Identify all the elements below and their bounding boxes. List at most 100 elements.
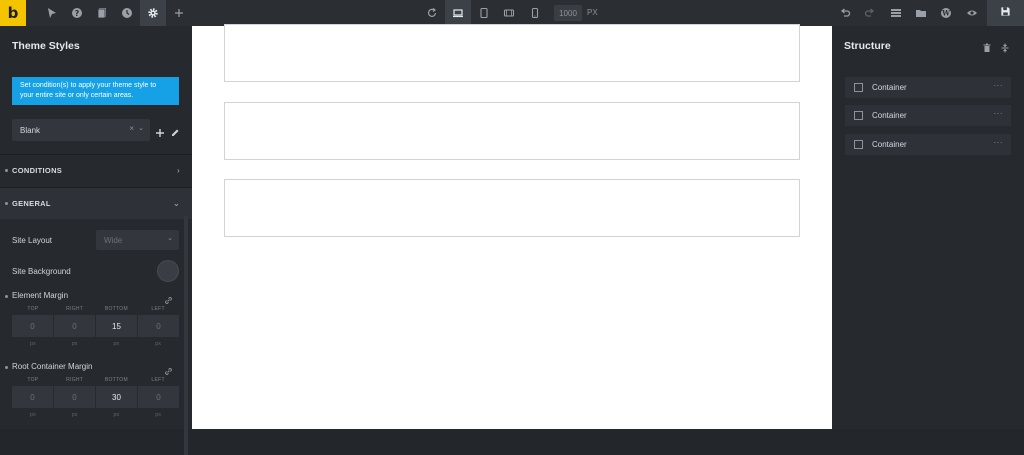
root-margin-bottom-input[interactable]: 30	[96, 386, 137, 408]
refresh-icon[interactable]	[419, 0, 445, 26]
structure-item-label: Container	[872, 111, 907, 120]
structure-item[interactable]: Container ···	[845, 134, 1011, 155]
element-margin-label: Element Margin	[12, 291, 69, 300]
help-icon[interactable]: ?	[64, 0, 90, 26]
svg-text:W: W	[941, 9, 950, 18]
theme-styles-panel: Theme Styles Set condition(s) to apply y…	[0, 26, 192, 455]
more-options-icon[interactable]: ···	[994, 138, 1004, 147]
structure-item[interactable]: Container ···	[845, 77, 1011, 98]
wordpress-icon[interactable]: W	[933, 0, 959, 26]
tablet-landscape-icon[interactable]	[496, 0, 522, 26]
element-margin-bullet	[5, 295, 8, 298]
section-label: CONDITIONS	[12, 166, 63, 175]
unit-label[interactable]: px	[96, 341, 138, 347]
container-box-icon	[854, 111, 863, 120]
canvas-container-3[interactable]	[224, 179, 800, 237]
section-bullet	[5, 202, 8, 205]
width-unit-label: PX	[587, 8, 598, 17]
structure-panel: Structure Container ··· Container ··· Co…	[832, 26, 1024, 429]
root-margin-left-input[interactable]: 0	[138, 386, 179, 408]
section-conditions[interactable]: CONDITIONS ›	[0, 154, 192, 186]
pages-icon[interactable]	[89, 0, 115, 26]
folder-icon[interactable]	[908, 0, 934, 26]
more-options-icon[interactable]: ···	[994, 109, 1004, 118]
unit-label[interactable]: px	[54, 341, 96, 347]
collapse-all-icon[interactable]	[1000, 40, 1010, 53]
brand-logo[interactable]: b	[0, 0, 26, 26]
side-label-bottom: BOTTOM	[104, 306, 128, 312]
panel-scrollbar[interactable]	[184, 216, 188, 455]
canvas-width-input[interactable]: 1000	[554, 5, 582, 21]
chevron-right-icon: ›	[177, 166, 180, 175]
root-margin-top-input[interactable]: 0	[12, 386, 53, 408]
side-label-left: LEFT	[151, 377, 165, 383]
element-margin-left-input[interactable]: 0	[138, 315, 179, 337]
trash-icon[interactable]	[982, 40, 992, 52]
element-margin-inputs: 0 0 15 0	[12, 315, 179, 337]
chevron-down-icon: ⌄	[172, 199, 180, 208]
svg-text:?: ?	[75, 9, 80, 18]
site-layout-select[interactable]: Wide ⌄	[96, 230, 179, 250]
unit-label[interactable]: px	[12, 412, 54, 418]
canvas-container-2[interactable]	[224, 102, 800, 160]
history-icon[interactable]	[114, 0, 140, 26]
root-margin-bullet	[5, 366, 8, 369]
top-toolbar: b ? 1000 PX W	[0, 0, 1024, 26]
edit-style-icon[interactable]	[170, 125, 180, 136]
redo-icon[interactable]	[857, 0, 883, 26]
eye-icon[interactable]	[959, 0, 985, 26]
element-margin-side-labels: TOP RIGHT BOTTOM LEFT	[12, 306, 179, 312]
unit-label[interactable]: px	[12, 341, 54, 347]
root-margin-units: px px px px	[12, 412, 179, 418]
element-margin-bottom-input[interactable]: 15	[96, 315, 137, 337]
side-label-top: TOP	[27, 306, 39, 312]
section-bullet	[5, 169, 8, 172]
structure-item[interactable]: Container ···	[845, 105, 1011, 126]
chevron-down-icon: ⌄	[167, 235, 173, 242]
add-style-icon[interactable]	[155, 125, 165, 137]
container-box-icon	[854, 83, 863, 92]
undo-icon[interactable]	[832, 0, 858, 26]
root-margin-side-labels: TOP RIGHT BOTTOM LEFT	[12, 377, 179, 383]
site-background-label: Site Background	[12, 267, 71, 276]
side-label-right: RIGHT	[66, 306, 84, 312]
side-label-bottom: BOTTOM	[104, 377, 128, 383]
mobile-icon[interactable]	[522, 0, 548, 26]
structure-title: Structure	[844, 40, 891, 52]
builder-canvas[interactable]	[192, 24, 832, 429]
unit-label[interactable]: px	[137, 412, 179, 418]
theme-style-select[interactable]: Blank × ⌄	[12, 119, 150, 141]
save-icon	[1000, 4, 1011, 22]
site-layout-value: Wide	[104, 235, 123, 245]
site-background-color-picker[interactable]	[157, 260, 179, 282]
section-general[interactable]: GENERAL ⌄	[0, 187, 192, 219]
side-label-top: TOP	[27, 377, 39, 383]
root-container-margin-label: Root Container Margin	[12, 362, 93, 371]
tablet-icon[interactable]	[471, 0, 497, 26]
cursor-icon[interactable]	[39, 0, 65, 26]
element-margin-right-input[interactable]: 0	[54, 315, 95, 337]
root-margin-inputs: 0 0 30 0	[12, 386, 179, 408]
chevron-down-icon: ⌄	[138, 125, 144, 132]
side-label-left: LEFT	[151, 306, 165, 312]
element-margin-top-input[interactable]: 0	[12, 315, 53, 337]
root-margin-right-input[interactable]: 0	[54, 386, 95, 408]
theme-style-value: Blank	[20, 125, 41, 135]
save-button[interactable]	[987, 0, 1024, 26]
settings-icon[interactable]	[140, 0, 166, 26]
more-options-icon[interactable]: ···	[994, 81, 1004, 90]
link-icon[interactable]	[164, 363, 173, 375]
side-label-right: RIGHT	[66, 377, 84, 383]
plus-icon[interactable]	[166, 0, 192, 26]
unit-label[interactable]: px	[54, 412, 96, 418]
structure-item-label: Container	[872, 83, 907, 92]
rows-icon[interactable]	[883, 0, 909, 26]
canvas-container-1[interactable]	[224, 24, 800, 82]
panel-title: Theme Styles	[12, 40, 80, 52]
container-box-icon	[854, 140, 863, 149]
laptop-icon[interactable]	[445, 0, 471, 26]
unit-label[interactable]: px	[137, 341, 179, 347]
clear-icon[interactable]: ×	[129, 124, 134, 133]
unit-label[interactable]: px	[96, 412, 138, 418]
link-icon[interactable]	[164, 292, 173, 304]
